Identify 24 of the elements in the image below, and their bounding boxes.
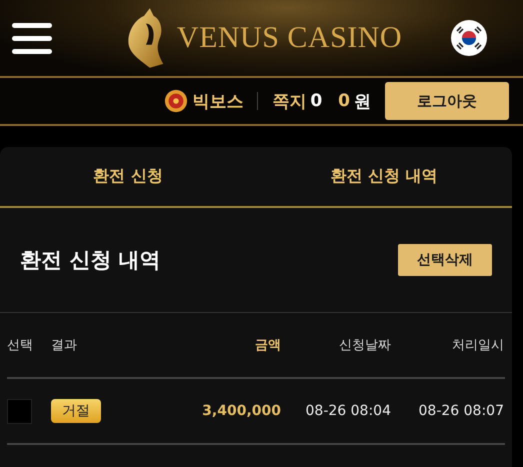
- date-cell-text: 08-26 08:04: [304, 403, 391, 419]
- korea-flag-icon[interactable]: [451, 20, 487, 56]
- logout-button[interactable]: 로그아웃: [385, 82, 509, 120]
- date-cell-text: 08-26 08:07: [418, 403, 504, 419]
- status-badge: 거절: [51, 399, 101, 423]
- tab[interactable]: 환전 신청 내역: [256, 147, 512, 206]
- checkbox[interactable]: [7, 398, 32, 424]
- tab[interactable]: 환전 신청: [0, 147, 256, 206]
- column-header: 신청날짜: [338, 337, 391, 354]
- messages-label[interactable]: 쪽지: [272, 90, 306, 112]
- messages-count[interactable]: 0: [310, 91, 322, 111]
- user-nickname: 빅보스: [192, 90, 244, 112]
- section-title: 환전 신청 내역: [20, 247, 161, 274]
- column-header: 결과: [51, 337, 78, 354]
- delete-selected-button[interactable]: 선택삭제: [398, 244, 492, 276]
- balance-amount: 0: [338, 91, 350, 111]
- column-header: 금액: [254, 337, 281, 354]
- column-header: 선택: [7, 337, 34, 354]
- menu-icon[interactable]: [12, 21, 52, 55]
- currency-label: 원: [354, 90, 371, 112]
- logo-text: VENUS CASINO: [176, 21, 402, 55]
- amount-cell-text: 3,400,000: [201, 403, 281, 419]
- column-header: 처리일시: [451, 337, 504, 354]
- vip-badge-icon: [164, 89, 188, 113]
